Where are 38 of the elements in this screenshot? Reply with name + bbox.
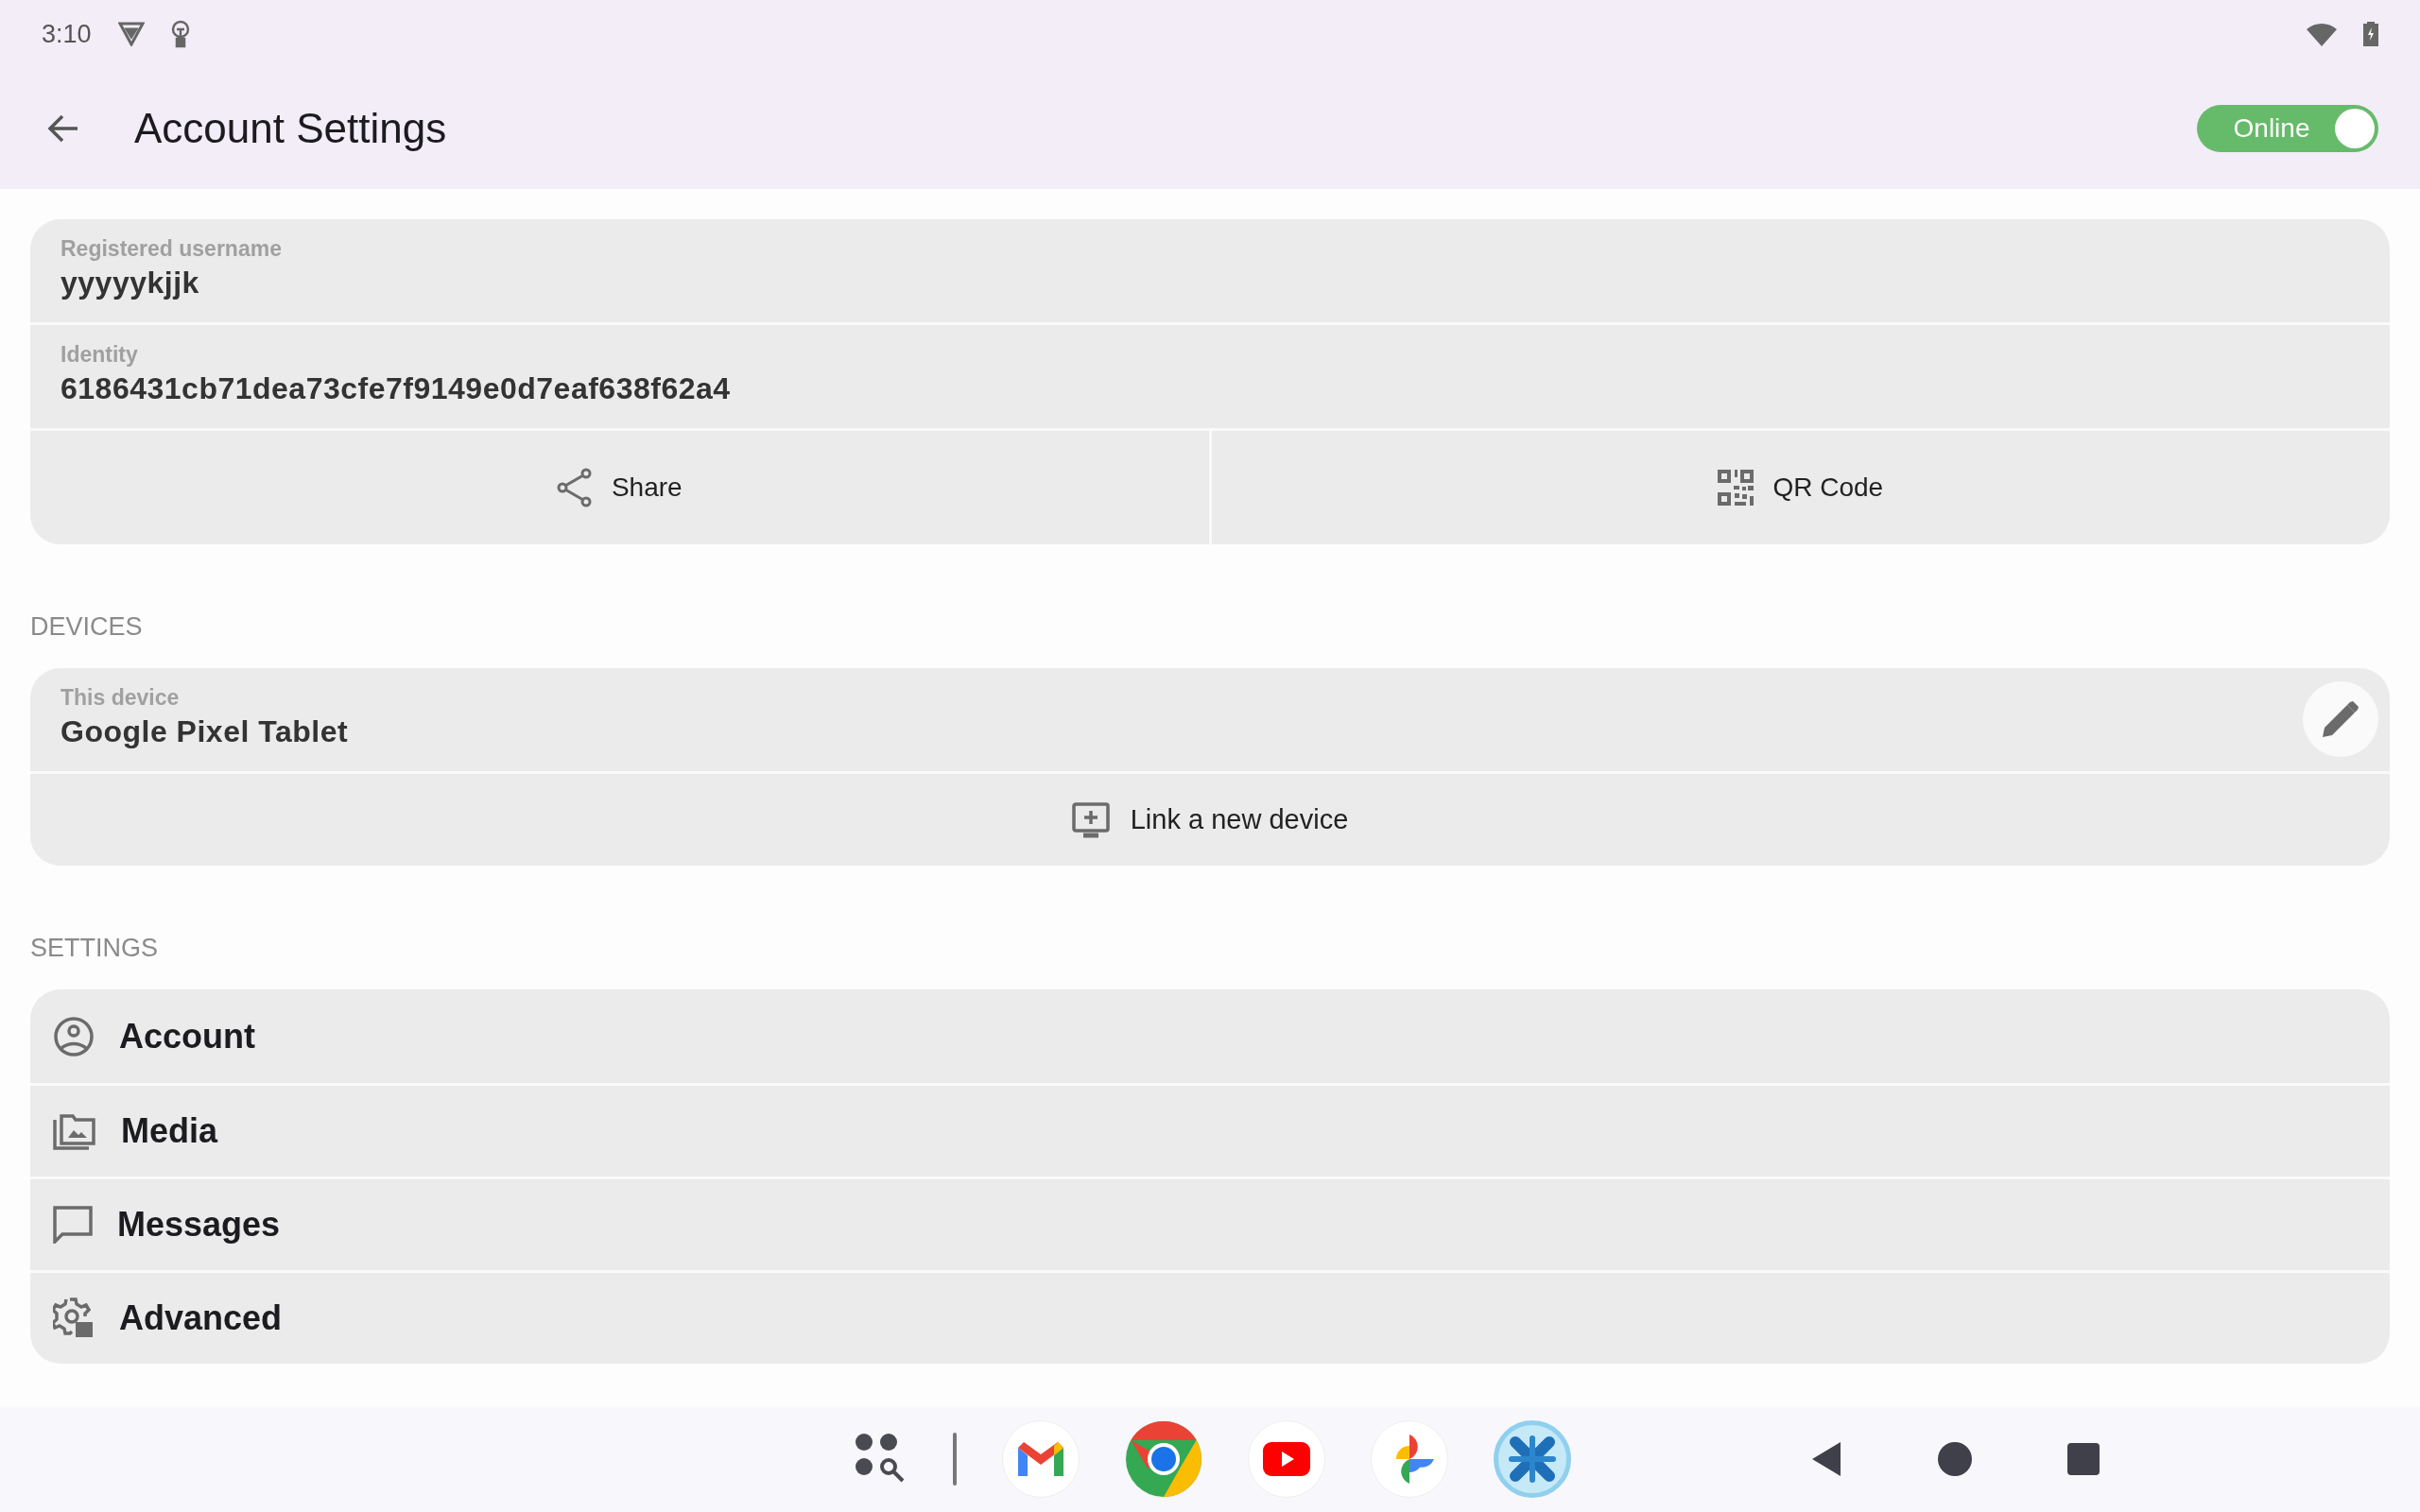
wifi-icon: [2307, 22, 2337, 46]
shield-icon: [117, 22, 145, 46]
person-circle-icon: [53, 1015, 95, 1057]
settings-item[interactable]: Advanced: [30, 1270, 2390, 1364]
section-heading: SETTINGS: [30, 934, 159, 963]
field-label: This device: [60, 685, 181, 711]
settings-item-label: Account: [119, 1016, 255, 1057]
play-app-icon: [1263, 1442, 1310, 1476]
share-icon: [556, 468, 593, 507]
back-triangle-icon[interactable]: [1810, 1440, 1842, 1478]
field-value: 6186431cb71dea73cfe7f9149e0d7eaf638f62a4: [60, 371, 731, 406]
browser-app-icon: [1126, 1421, 1201, 1497]
back-arrow-icon[interactable]: [47, 114, 78, 143]
photo-folder-icon: [53, 1112, 96, 1150]
page-title: Account Settings: [134, 105, 447, 152]
pencil-icon: [2323, 701, 2359, 737]
gear-person-icon: [53, 1297, 95, 1339]
field-value: Google Pixel Tablet: [60, 714, 349, 749]
settings-item[interactable]: Messages: [30, 1177, 2390, 1270]
action-button[interactable]: QR Code: [1208, 431, 2390, 544]
qr-code-icon: [1718, 470, 1754, 506]
field-label: Registered username: [60, 236, 283, 262]
cross-app-icon: [1506, 1433, 1559, 1486]
section-heading: DEVICES: [30, 612, 144, 642]
monitor-plus-icon: [1071, 801, 1110, 838]
settings-item-label: Media: [121, 1111, 218, 1151]
battery-icon: [2363, 22, 2378, 46]
settings-item-label: Messages: [117, 1205, 281, 1245]
settings-item-label: Advanced: [119, 1298, 283, 1338]
settings-item[interactable]: Media: [30, 1083, 2390, 1177]
lightbulb-icon: [170, 20, 190, 48]
settings-item[interactable]: Account: [30, 989, 2390, 1083]
status-time: 3:10: [42, 19, 92, 49]
chat-bubble-icon: [53, 1206, 93, 1244]
field-value: yyyyykjjk: [60, 266, 199, 301]
home-circle-icon[interactable]: [1937, 1441, 1973, 1477]
mail-app-icon: [1016, 1440, 1065, 1478]
field-label: Identity: [60, 342, 139, 368]
